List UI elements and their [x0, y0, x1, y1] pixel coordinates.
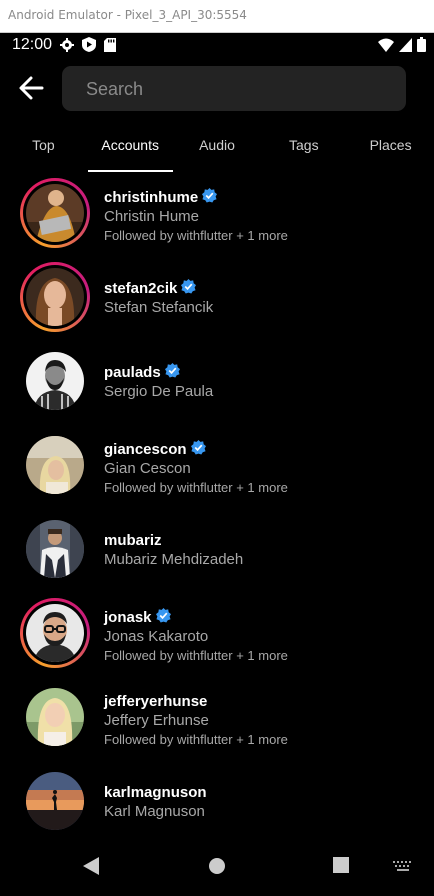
avatar-frame — [20, 430, 90, 500]
followed-by: Followed by withflutter + 1 more — [104, 480, 288, 495]
avatar — [26, 604, 84, 662]
story-ring — [20, 262, 90, 332]
avatar — [26, 184, 84, 242]
search-tabs: Top Accounts Audio Tags Places — [0, 126, 434, 174]
account-row-jefferyerhunse[interactable]: jefferyerhunse Jeffery Erhunse Followed … — [0, 680, 434, 756]
battery-icon — [417, 37, 426, 57]
username: paulads — [104, 363, 161, 381]
tab-top[interactable]: Top — [0, 126, 87, 174]
keyboard-icon — [392, 861, 414, 878]
tab-places[interactable]: Places — [347, 126, 434, 174]
status-bar: 12:00 — [0, 33, 434, 57]
settings-icon — [60, 37, 74, 57]
signal-icon — [399, 37, 412, 57]
wifi-icon — [378, 38, 394, 57]
tab-tags[interactable]: Tags — [260, 126, 347, 174]
status-time: 12:00 — [12, 36, 53, 53]
circle-home-icon — [207, 858, 227, 880]
back-button[interactable] — [14, 72, 50, 104]
account-row-christinhume[interactable]: christinhume Christin Hume Followed by w… — [0, 176, 434, 252]
account-row-stefan2cik[interactable]: stefan2cik Stefan Stefancik — [0, 260, 434, 336]
avatar — [26, 520, 84, 578]
emulator-frame: Android Emulator - Pixel_3_API_30:5554 1… — [0, 0, 434, 896]
username: karlmagnuson — [104, 783, 207, 801]
full-name: Jonas Kakaroto — [104, 628, 209, 645]
verified-badge-icon — [190, 439, 206, 459]
avatar-frame — [20, 514, 90, 584]
arrow-left-icon — [14, 76, 50, 108]
full-name: Sergio De Paula — [104, 383, 214, 400]
android-nav-bar — [0, 842, 434, 896]
story-ring — [20, 178, 90, 248]
followed-by: Followed by withflutter + 1 more — [104, 228, 288, 243]
account-row-karlmagnuson[interactable]: karlmagnuson Karl Magnuson — [0, 764, 434, 840]
nav-home-button[interactable] — [207, 856, 227, 881]
sd-card-icon — [104, 37, 116, 57]
avatar — [26, 268, 84, 326]
account-row-mubariz[interactable]: mubariz Mubariz Mehdizadeh — [0, 512, 434, 588]
username: jonask — [104, 608, 152, 626]
followed-by: Followed by withflutter + 1 more — [104, 732, 288, 747]
username: stefan2cik — [104, 279, 178, 297]
full-name: Gian Cescon — [104, 460, 191, 477]
tab-accounts[interactable]: Accounts — [87, 126, 174, 174]
search-input[interactable] — [84, 66, 398, 113]
avatar-frame — [20, 682, 90, 752]
full-name: Stefan Stefancik — [104, 299, 214, 316]
account-row-giancescon[interactable]: giancescon Gian Cescon Followed by withf… — [0, 428, 434, 504]
triangle-back-icon — [82, 857, 100, 880]
avatar — [26, 772, 84, 830]
avatar — [26, 436, 84, 494]
username: giancescon — [104, 440, 187, 458]
full-name: Jeffery Erhunse — [104, 712, 209, 729]
story-ring — [20, 598, 90, 668]
account-row-jonask[interactable]: jonask Jonas Kakaroto Followed by withfl… — [0, 596, 434, 672]
verified-badge-icon — [164, 362, 180, 382]
keyboard-button[interactable] — [392, 860, 414, 879]
search-bar[interactable] — [62, 66, 406, 113]
avatar — [26, 352, 84, 410]
verified-badge-icon — [155, 607, 171, 627]
square-recents-icon — [332, 857, 350, 878]
nav-recents-button[interactable] — [332, 856, 350, 879]
avatar-frame — [20, 346, 90, 416]
full-name: Christin Hume — [104, 208, 200, 225]
verified-badge-icon — [181, 278, 197, 298]
emulator-title-bar: Android Emulator - Pixel_3_API_30:5554 — [0, 0, 434, 33]
avatar-frame — [20, 766, 90, 836]
followed-by: Followed by withflutter + 1 more — [104, 648, 288, 663]
search-header — [0, 62, 434, 116]
avatar — [26, 688, 84, 746]
verified-badge-icon — [202, 187, 218, 207]
tab-audio[interactable]: Audio — [174, 126, 261, 174]
nav-back-button[interactable] — [82, 856, 100, 881]
emulator-title: Android Emulator - Pixel_3_API_30:5554 — [8, 8, 247, 22]
full-name: Mubariz Mehdizadeh — [104, 551, 244, 568]
full-name: Karl Magnuson — [104, 803, 205, 820]
play-protect-icon — [82, 37, 96, 57]
username: jefferyerhunse — [104, 692, 208, 710]
username: mubariz — [104, 531, 162, 549]
account-row-paulads[interactable]: paulads Sergio De Paula — [0, 344, 434, 420]
username: christinhume — [104, 188, 199, 206]
